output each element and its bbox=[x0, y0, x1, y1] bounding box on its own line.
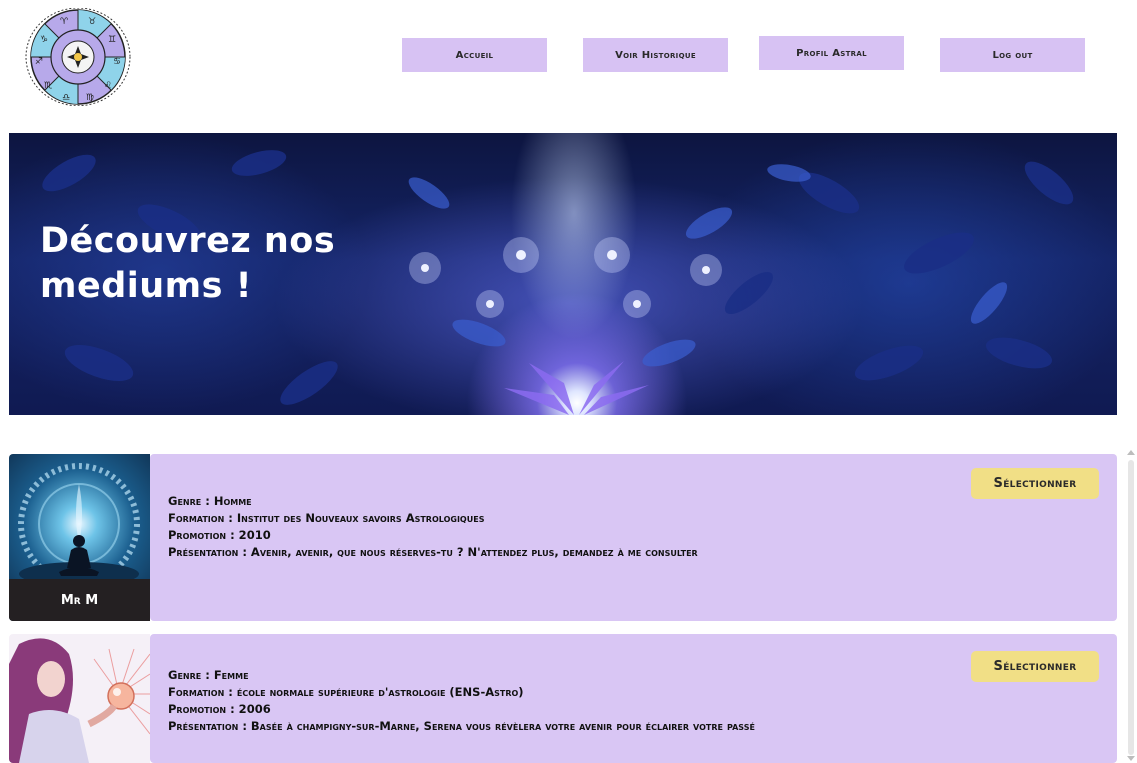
medium-details: Genre : Homme Formation : Institut des N… bbox=[168, 492, 698, 562]
medium-info-panel: Sélectionner Genre : Femme Formation : é… bbox=[150, 634, 1117, 763]
page-scrollbar[interactable] bbox=[1125, 448, 1137, 763]
svg-text:♐: ♐ bbox=[35, 57, 43, 67]
svg-text:♎: ♎ bbox=[62, 93, 70, 103]
svg-text:♋: ♋ bbox=[113, 57, 121, 67]
svg-text:♏: ♏ bbox=[44, 81, 52, 91]
select-medium-button[interactable]: Sélectionner bbox=[971, 651, 1099, 682]
medium-card: Sélectionner Genre : Femme Formation : é… bbox=[9, 634, 1117, 763]
nav-accueil-button[interactable]: Accueil bbox=[402, 38, 547, 72]
nav-logout-button[interactable]: Log out bbox=[940, 38, 1085, 72]
select-medium-button[interactable]: Sélectionner bbox=[971, 468, 1099, 499]
medium-photo bbox=[9, 634, 150, 763]
scroll-up-arrow-icon[interactable] bbox=[1127, 450, 1135, 455]
hero-banner: Découvrez nos mediums ! bbox=[9, 133, 1117, 415]
medium-presentation: Présentation : Basée à champigny-sur-Mar… bbox=[168, 719, 755, 733]
medium-details: Genre : Femme Formation : école normale … bbox=[168, 666, 755, 736]
medium-card: Mr M Sélectionner Genre : Homme Formatio… bbox=[9, 454, 1117, 621]
hero-title-line-2: mediums ! bbox=[40, 266, 253, 306]
svg-text:♌: ♌ bbox=[104, 81, 112, 91]
hero-title: Découvrez nos mediums ! bbox=[40, 219, 335, 309]
scroll-down-arrow-icon[interactable] bbox=[1127, 756, 1135, 761]
svg-text:♊: ♊ bbox=[108, 35, 116, 45]
svg-text:♈: ♈ bbox=[60, 17, 69, 27]
medium-name-label: Mr M bbox=[9, 579, 150, 621]
woman-crystal-ball-illustration bbox=[9, 638, 150, 763]
scrollbar-thumb[interactable] bbox=[1128, 460, 1134, 755]
zodiac-wheel-logo[interactable]: ♈ ♉ ♊ ♋ ♌ ♍ ♎ ♏ ♐ ♑ bbox=[24, 7, 132, 107]
medium-presentation: Présentation : Avenir, avenir, que nous … bbox=[168, 545, 698, 559]
hero-title-line-1: Découvrez nos bbox=[40, 221, 336, 261]
medium-info-panel: Sélectionner Genre : Homme Formation : I… bbox=[150, 454, 1117, 621]
nav-historique-button[interactable]: Voir Historique bbox=[583, 38, 728, 72]
nav-profil-astral-button[interactable]: Profil Astral bbox=[759, 36, 904, 70]
medium-photo: Mr M bbox=[9, 454, 150, 621]
svg-text:♑: ♑ bbox=[40, 35, 48, 45]
svg-text:♉: ♉ bbox=[88, 17, 96, 27]
svg-text:♍: ♍ bbox=[86, 93, 94, 103]
